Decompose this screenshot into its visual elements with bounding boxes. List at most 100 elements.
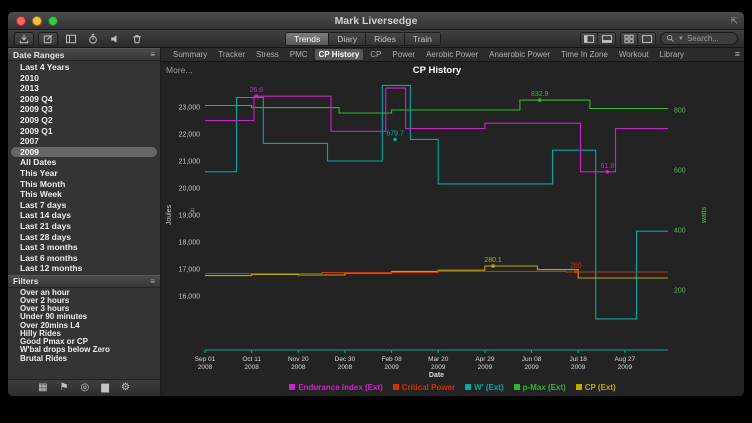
date-range-item-2013[interactable]: 2013 (8, 83, 160, 94)
chart-icon[interactable]: ▆ (101, 380, 109, 396)
tab-summary[interactable]: Summary (169, 49, 211, 60)
filters-header[interactable]: Filters ≡ (8, 275, 160, 288)
left-pane-view-icon (583, 33, 595, 45)
legend-item-critical-power[interactable]: Critical Power (393, 383, 455, 392)
svg-text:Date: Date (429, 372, 444, 378)
bottom-pane-view-button[interactable] (598, 33, 615, 45)
date-range-item-last-14-days[interactable]: Last 14 days (8, 210, 160, 221)
view-segment-rides[interactable]: Rides (366, 33, 405, 45)
tile-view-button[interactable] (621, 33, 638, 45)
svg-text:600: 600 (674, 168, 686, 175)
tab-bar-menu-icon[interactable]: ≡ (735, 49, 740, 59)
legend-label: Endurance Index (Ext) (298, 383, 382, 392)
fullscreen-icon[interactable]: ⇱ (730, 16, 738, 26)
tab-cp-history[interactable]: CP History (315, 49, 364, 60)
close-button[interactable] (16, 16, 26, 26)
legend-item-endurance-index-ext[interactable]: Endurance Index (Ext) (289, 383, 382, 392)
date-range-item-last-4-years[interactable]: Last 4 Years (8, 62, 160, 73)
svg-text:≡: ≡ (190, 206, 195, 215)
tab-pmc[interactable]: PMC (286, 49, 312, 60)
svg-text:200: 200 (674, 288, 686, 295)
pin-icon[interactable]: ◎ (81, 380, 90, 396)
date-range-item-all-dates[interactable]: All Dates (8, 157, 160, 168)
search-field[interactable]: ▼ Search... (660, 32, 738, 45)
view-segment-diary[interactable]: Diary (329, 33, 366, 45)
legend-item-w-ext[interactable]: W' (Ext) (465, 383, 503, 392)
bottom-pane-view-icon (601, 33, 613, 45)
style-toggle-group (620, 32, 656, 46)
chart-header: More... CP History (161, 62, 744, 78)
legend-label: CP (Ext) (585, 383, 616, 392)
date-range-item-this-week[interactable]: This Week (8, 189, 160, 200)
tab-power[interactable]: Power (388, 49, 419, 60)
svg-text:Oct 11: Oct 11 (242, 356, 261, 363)
date-range-item-this-year[interactable]: This Year (8, 168, 160, 179)
date-range-item-last-21-days[interactable]: Last 21 days (8, 221, 160, 232)
date-range-item-2009[interactable]: 2009 (11, 147, 157, 158)
search-scope-chevron-icon[interactable]: ▼ (678, 36, 684, 42)
legend-swatch (465, 384, 471, 390)
svg-text:Apr 29: Apr 29 (475, 356, 495, 363)
date-range-item-2009-q4[interactable]: 2009 Q4 (8, 94, 160, 105)
stopwatch-icon (87, 33, 99, 45)
import-ride-button[interactable] (14, 32, 34, 46)
trash-icon (131, 33, 143, 45)
svg-text:23,000: 23,000 (179, 105, 201, 112)
title-bar[interactable]: Mark Liversedge ⇱ (8, 12, 744, 30)
tab-stress[interactable]: Stress (252, 49, 283, 60)
compose-ride-button[interactable] (38, 32, 58, 46)
filter-item-brutal-rides[interactable]: Brutal Rides (8, 355, 160, 363)
legend-item-cp-ext[interactable]: CP (Ext) (576, 383, 616, 392)
filters-menu-icon[interactable]: ≡ (150, 277, 155, 286)
zoom-button[interactable] (48, 16, 58, 26)
date-range-item-2010[interactable]: 2010 (8, 73, 160, 84)
svg-text:Jun 08: Jun 08 (522, 356, 542, 363)
svg-text:260: 260 (570, 262, 582, 269)
svg-text:16,000: 16,000 (179, 294, 201, 301)
tab-workout[interactable]: Workout (615, 49, 653, 60)
chart-view-button[interactable] (638, 33, 655, 45)
minimize-button[interactable] (32, 16, 42, 26)
tab-tracker[interactable]: Tracker (214, 49, 249, 60)
trash-button[interactable] (128, 32, 146, 46)
date-range-item-last-6-months[interactable]: Last 6 months (8, 253, 160, 264)
svg-text:2009: 2009 (571, 364, 586, 371)
tab-cp[interactable]: CP (366, 49, 385, 60)
date-range-item-2009-q2[interactable]: 2009 Q2 (8, 115, 160, 126)
date-range-item-2007[interactable]: 2007 (8, 136, 160, 147)
date-range-item-last-3-months[interactable]: Last 3 months (8, 242, 160, 253)
grid-icon[interactable]: ▦ (38, 380, 47, 396)
svg-text:Mar 20: Mar 20 (428, 356, 449, 363)
view-segmented-control: TrendsDiaryRidesTrain (285, 32, 441, 46)
svg-text:61.8: 61.8 (601, 163, 615, 170)
filters-list: Over an hourOver 2 hoursOver 3 hoursUnde… (8, 288, 160, 364)
legend-item-p-max-ext[interactable]: p-Max (Ext) (514, 383, 566, 392)
date-range-item-last-12-months[interactable]: Last 12 months (8, 263, 160, 274)
layout-toggle-group (580, 32, 616, 46)
gear-icon[interactable]: ⚙ (121, 380, 130, 396)
tab-library[interactable]: Library (656, 49, 688, 60)
legend-swatch (393, 384, 399, 390)
tile-view-icon (623, 33, 635, 45)
speaker-button[interactable] (106, 32, 124, 46)
svg-text:400: 400 (674, 228, 686, 235)
view-segment-trends[interactable]: Trends (286, 33, 329, 45)
date-range-item-last-7-days[interactable]: Last 7 days (8, 200, 160, 211)
tab-anaerobic-power[interactable]: Anaerobic Power (485, 49, 554, 60)
more-menu[interactable]: More... (166, 65, 192, 75)
left-pane-view-button[interactable] (581, 33, 598, 45)
legend-swatch (289, 384, 295, 390)
stopwatch-button[interactable] (84, 32, 102, 46)
view-segment-train[interactable]: Train (405, 33, 440, 45)
date-ranges-header[interactable]: Date Ranges ≡ (8, 48, 160, 61)
tab-aerobic-power[interactable]: Aerobic Power (422, 49, 482, 60)
flag-icon[interactable]: ⚑ (60, 380, 69, 396)
sidebar-toggle-button[interactable] (62, 32, 80, 46)
date-ranges-menu-icon[interactable]: ≡ (150, 50, 155, 59)
date-range-item-2009-q1[interactable]: 2009 Q1 (8, 126, 160, 137)
date-range-item-2009-q3[interactable]: 2009 Q3 (8, 104, 160, 115)
date-range-item-last-28-days[interactable]: Last 28 days (8, 232, 160, 243)
tab-time-in-zone[interactable]: Time In Zone (557, 49, 612, 60)
svg-text:2008: 2008 (244, 364, 259, 371)
date-range-item-this-month[interactable]: This Month (8, 179, 160, 190)
